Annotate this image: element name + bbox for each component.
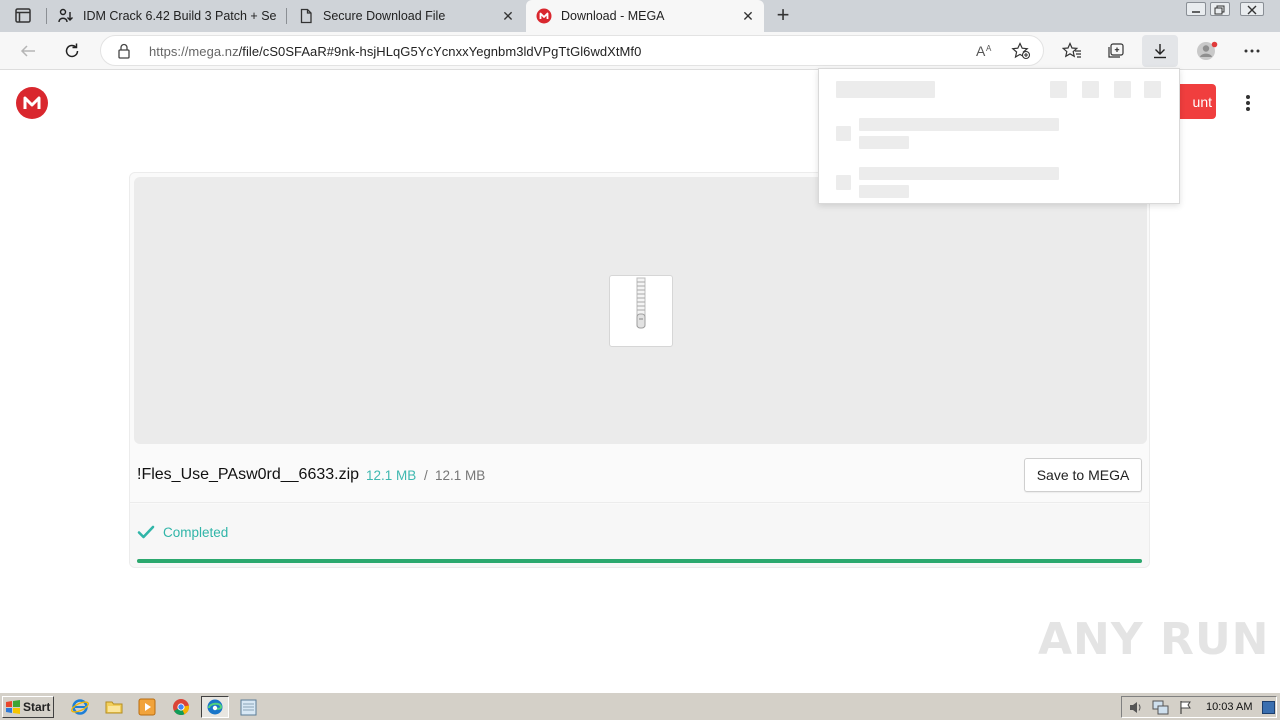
file-card: !Fles_Use_PAsw0rd__6633.zip 12.1 MB / 12…	[129, 172, 1150, 568]
window-close-icon[interactable]	[1240, 2, 1264, 16]
tab-download-mega[interactable]: Download - MEGA ✕	[526, 0, 764, 32]
anyrun-watermark: ANY RUN	[1038, 608, 1270, 670]
tab-idm-crack[interactable]: IDM Crack 6.42 Build 3 Patch + Se	[48, 0, 286, 32]
skeleton-line	[859, 167, 1059, 180]
profile-avatar-icon[interactable]	[1192, 37, 1222, 65]
page-icon	[298, 8, 314, 24]
progress-fill	[137, 559, 1142, 563]
downloads-icon[interactable]	[1142, 35, 1178, 67]
skeleton-file-icon	[836, 126, 851, 141]
skeleton-title	[836, 81, 935, 98]
svg-text:A: A	[976, 43, 986, 59]
download-person-icon	[58, 8, 74, 24]
url-path: /file/cS0SFAaR#9nk-hsjHLqG5YcYcnxxYegnbm…	[238, 44, 642, 59]
close-icon[interactable]: ✕	[738, 6, 758, 26]
volume-icon[interactable]	[1128, 700, 1144, 720]
start-button[interactable]: Start	[2, 696, 54, 718]
system-tray: 10:03 AM	[1121, 696, 1277, 718]
minimize-icon[interactable]	[1186, 2, 1206, 16]
browser-toolbar: https://mega.nz/file/cS0SFAaR#9nk-hsjHLq…	[0, 32, 1280, 70]
skeleton-button	[1114, 81, 1131, 98]
lock-icon[interactable]	[117, 43, 131, 64]
tab-title: Secure Download File	[323, 9, 446, 23]
skeleton-line	[859, 185, 909, 198]
tab-title: IDM Crack 6.42 Build 3 Patch + Se	[83, 9, 277, 23]
favorites-icon[interactable]	[1057, 37, 1087, 65]
file-explorer-icon[interactable]	[104, 697, 124, 717]
collections-icon[interactable]	[1101, 37, 1131, 65]
back-arrow-icon[interactable]	[13, 37, 43, 65]
tab-separator	[46, 8, 47, 24]
file-name: !Fles_Use_PAsw0rd__6633.zip	[137, 466, 360, 483]
tab-secure-download[interactable]: Secure Download File ✕	[288, 0, 524, 32]
new-tab-icon[interactable]: +	[772, 4, 794, 27]
taskbar: Start 10:03 AM	[0, 692, 1280, 720]
downloaded-size: 12.1 MB	[366, 468, 417, 483]
clock[interactable]: 10:03 AM	[1206, 701, 1252, 713]
zip-file-icon	[609, 275, 673, 347]
skeleton-line	[859, 118, 1059, 131]
skeleton-line	[859, 136, 909, 149]
add-favorite-icon[interactable]	[1011, 42, 1031, 65]
read-aloud-icon[interactable]: AA	[975, 42, 995, 65]
skeleton-file-icon	[836, 175, 851, 190]
file-preview	[134, 177, 1147, 444]
chrome-icon[interactable]	[171, 697, 191, 717]
windows-logo-icon	[6, 700, 20, 714]
media-player-icon[interactable]	[137, 697, 157, 717]
mega-logo[interactable]	[16, 87, 48, 119]
tab-strip: IDM Crack 6.42 Build 3 Patch + Se Secure…	[0, 0, 1280, 32]
total-size: 12.1 MB	[435, 468, 486, 483]
progress-bar	[137, 559, 1142, 563]
tab-actions-menu-icon[interactable]	[12, 6, 34, 26]
edge-icon[interactable]	[201, 696, 229, 718]
url-host: https://mega.nz	[149, 44, 239, 59]
refresh-icon[interactable]	[57, 37, 87, 65]
watermark-text: ANY RUN	[1038, 613, 1270, 665]
more-options-icon[interactable]	[1237, 37, 1267, 65]
skeleton-button	[1144, 81, 1161, 98]
size-separator: /	[424, 468, 428, 483]
save-to-mega-button[interactable]: Save to MEGA	[1024, 458, 1142, 492]
file-info-row: !Fles_Use_PAsw0rd__6633.zip 12.1 MB / 12…	[130, 451, 1149, 503]
internet-explorer-icon[interactable]	[70, 697, 90, 717]
show-desktop-icon[interactable]	[1262, 701, 1275, 714]
restore-icon[interactable]	[1210, 2, 1230, 16]
close-icon[interactable]: ✕	[498, 6, 518, 26]
checkmark-icon	[137, 524, 155, 545]
skeleton-button	[1050, 81, 1067, 98]
download-status-text: Completed	[163, 525, 229, 540]
mega-favicon	[536, 8, 552, 24]
download-status-row: Completed	[130, 504, 1149, 567]
notepad-icon[interactable]	[236, 697, 262, 717]
url-text[interactable]: https://mega.nz/file/cS0SFAaR#9nk-hsjHLq…	[149, 44, 641, 59]
downloads-flyout	[818, 68, 1180, 204]
network-icon[interactable]	[1152, 700, 1170, 720]
svg-text:A: A	[986, 44, 992, 53]
tab-separator	[286, 8, 287, 24]
address-bar[interactable]: https://mega.nz/file/cS0SFAaR#9nk-hsjHLq…	[100, 35, 1044, 66]
tab-title: Download - MEGA	[561, 9, 665, 23]
page-menu-icon[interactable]	[1238, 92, 1258, 114]
start-label: Start	[23, 700, 51, 714]
action-center-flag-icon[interactable]	[1178, 700, 1192, 720]
skeleton-button	[1082, 81, 1099, 98]
